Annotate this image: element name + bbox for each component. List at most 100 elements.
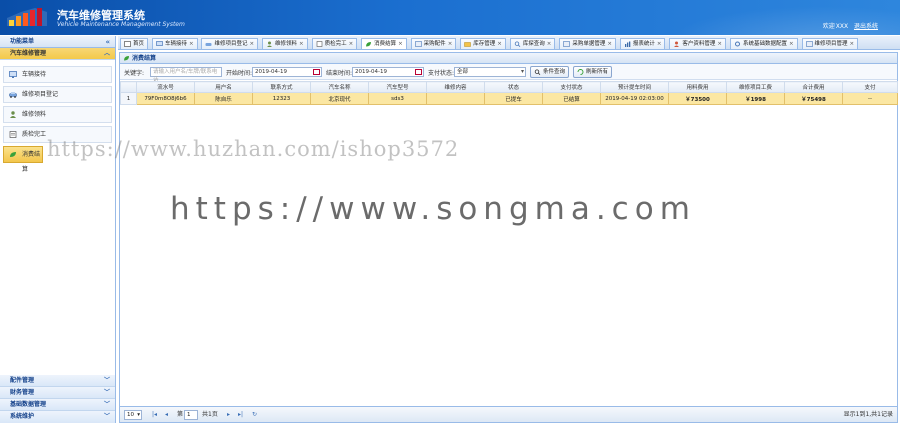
col-header[interactable]: 预计提车时间 <box>600 81 669 93</box>
tab-base-config[interactable]: 系统基础数据配置 × <box>729 38 798 49</box>
col-header[interactable]: 联系方式 <box>252 81 311 93</box>
tab-settlement[interactable]: 消费结算 × <box>361 38 407 49</box>
start-date-input[interactable]: 2019-04-19 <box>252 67 322 77</box>
pay-status-value: 全部 <box>457 69 469 75</box>
next-page-icon[interactable]: ▸ <box>224 410 233 419</box>
tab-purchase-parts[interactable]: 采购配件 × <box>410 38 457 49</box>
col-header[interactable]: 用户名 <box>194 81 253 93</box>
tab-reports[interactable]: 报表统计 × <box>619 38 666 49</box>
app-subtitle: Vehicle Maintenance Management System <box>57 21 185 28</box>
col-header[interactable]: 汽车型号 <box>368 81 427 93</box>
close-icon[interactable]: × <box>547 41 552 47</box>
sidebar-item-settlement[interactable]: 消费结算 <box>3 146 43 173</box>
calendar-icon[interactable] <box>313 69 320 75</box>
col-header[interactable]: 维修项目工费 <box>726 81 785 93</box>
tab-vehicle-reception[interactable]: 车辆接待 × <box>151 38 198 49</box>
close-icon[interactable]: × <box>398 41 403 47</box>
page-size-select[interactable]: 10 ▾ <box>124 410 142 420</box>
refresh-icon[interactable]: ↻ <box>250 410 259 419</box>
close-icon[interactable]: × <box>349 41 354 47</box>
chevron-down-icon[interactable]: ﹀ <box>104 375 110 387</box>
table-row[interactable]: 1 79F0m8O8j6b6 陈自乐 12323 北京现代 sds3 已提车 已… <box>120 92 898 105</box>
col-header[interactable]: 状态 <box>484 81 543 93</box>
page-number-input[interactable]: 1 <box>184 410 198 420</box>
collapse-sidebar-icon[interactable]: « <box>105 36 110 48</box>
pay-status-label: 支付状态: <box>428 70 455 77</box>
col-header[interactable]: 支付 <box>842 81 898 93</box>
table-header-row: 流水号 用户名 联系方式 汽车名称 汽车型号 维修内容 状态 支付状态 预计提车… <box>120 81 898 93</box>
col-header[interactable]: 用料费用 <box>668 81 727 93</box>
pay-status-select[interactable]: 全部 ▾ <box>454 67 526 77</box>
logout-link[interactable]: 退出系统 <box>854 23 878 30</box>
chevron-down-icon[interactable]: ▾ <box>137 411 140 419</box>
sidebar-item-label: 维修领料 <box>22 111 47 118</box>
calendar-icon[interactable] <box>415 69 422 75</box>
refresh-button[interactable]: 刷新所有 <box>573 66 613 78</box>
close-icon[interactable]: × <box>607 41 612 47</box>
sidebar-group-system[interactable]: 系统维护 ﹀ <box>0 411 115 423</box>
chevron-down-icon[interactable]: ﹀ <box>104 411 110 423</box>
col-header[interactable]: 合计费用 <box>784 81 843 93</box>
person-icon <box>267 41 273 47</box>
sidebar-title: 功能菜单 <box>10 38 35 45</box>
search-icon <box>534 69 541 75</box>
search-icon <box>514 41 521 47</box>
tab-label: 报表统计 <box>632 41 655 47</box>
tab-home[interactable]: 首页 <box>120 38 149 49</box>
tab-repair-register[interactable]: 维修项目登记 × <box>201 38 259 49</box>
prev-page-icon[interactable]: ◂ <box>162 410 171 419</box>
watermark-songma: https://www.songma.com <box>170 191 696 227</box>
sidebar-item-repair-materials[interactable]: 维修领料 <box>3 106 112 123</box>
row-number: 1 <box>120 92 137 105</box>
close-icon[interactable]: × <box>717 41 722 47</box>
tab-label: 系统基础数据配置 <box>742 41 787 47</box>
chevron-down-icon[interactable]: ﹀ <box>104 387 110 399</box>
close-icon[interactable]: × <box>497 41 502 47</box>
tab-repair-materials[interactable]: 维修领料 × <box>262 38 308 49</box>
username: XXX <box>835 23 849 30</box>
sidebar-group-base-data[interactable]: 基础数据管理 ﹀ <box>0 399 115 411</box>
last-page-icon[interactable]: ▸| <box>236 410 245 419</box>
close-icon[interactable]: × <box>299 41 304 47</box>
sidebar-group-finance[interactable]: 财务管理 ﹀ <box>0 387 115 399</box>
page-label-pre: 第 <box>177 411 184 418</box>
close-icon[interactable]: × <box>789 41 794 47</box>
close-icon[interactable]: × <box>448 41 453 47</box>
close-icon[interactable]: × <box>250 41 255 47</box>
col-header[interactable]: 流水号 <box>136 81 195 93</box>
sidebar-item-repair-register[interactable]: 维修项目登记 <box>3 86 112 103</box>
chevron-down-icon[interactable]: ﹀ <box>104 399 110 411</box>
chart-icon <box>624 41 631 47</box>
close-icon[interactable]: × <box>189 41 194 47</box>
col-header[interactable]: 支付状态 <box>542 81 601 93</box>
app-header: 汽车维修管理系统 Vehicle Maintenance Management … <box>0 0 900 35</box>
settlement-grid: 流水号 用户名 联系方式 汽车名称 汽车型号 维修内容 状态 支付状态 预计提车… <box>120 81 898 105</box>
sidebar-item-vehicle-reception[interactable]: 车辆接待 <box>3 66 112 83</box>
cell-phone: 12323 <box>252 92 311 105</box>
tab-quality-check[interactable]: 质检完工 × <box>311 38 358 49</box>
cell-pay-action[interactable]: -- <box>842 92 898 105</box>
first-page-icon[interactable]: |◂ <box>150 410 159 419</box>
chevron-up-icon[interactable]: ︿ <box>104 48 110 60</box>
monitor-icon <box>156 41 163 46</box>
col-header[interactable]: 汽车名称 <box>310 81 369 93</box>
cell-pickup-time: 2019-04-19 02:03:00 <box>600 92 669 105</box>
gear-icon <box>734 41 740 47</box>
sidebar-group-active[interactable]: 汽车维修管理 ︿ <box>0 48 115 60</box>
search-button[interactable]: 条件查询 <box>530 66 570 78</box>
close-icon[interactable]: × <box>850 41 855 47</box>
tab-repair-items[interactable]: 维修项目管理 × <box>801 38 859 49</box>
refresh-icon <box>577 69 584 75</box>
chevron-down-icon[interactable]: ▾ <box>521 68 524 76</box>
end-date-input[interactable]: 2019-04-19 <box>352 67 424 77</box>
close-icon[interactable]: × <box>657 41 662 47</box>
tab-purchase-orders[interactable]: 采购单据管理 × <box>559 38 616 49</box>
sidebar-item-label: 消费结算 <box>22 151 41 173</box>
tab-customers[interactable]: 客户资料管理 × <box>669 38 727 49</box>
sidebar-group-parts[interactable]: 配件管理 ﹀ <box>0 375 115 387</box>
col-header[interactable]: 维修内容 <box>426 81 485 93</box>
keyword-input[interactable]: 请输入用户名/车牌/联系电话 <box>150 67 222 83</box>
settlement-table: 流水号 用户名 联系方式 汽车名称 汽车型号 维修内容 状态 支付状态 预计提车… <box>120 81 898 105</box>
tab-inventory[interactable]: 库存管理 × <box>460 38 506 49</box>
tab-stock-query[interactable]: 库探查询 × <box>509 38 556 49</box>
